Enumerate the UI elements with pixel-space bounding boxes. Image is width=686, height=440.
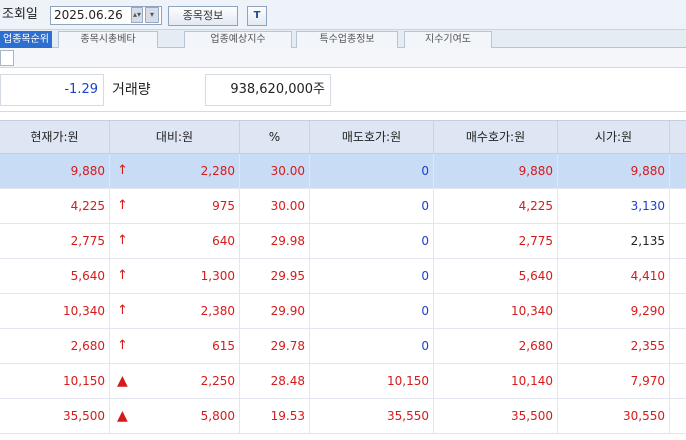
cell-open: 2,355 — [558, 329, 670, 363]
spin-arrows-icon[interactable]: ▴▾ — [131, 7, 143, 23]
cell-change: 2,380 — [110, 294, 240, 328]
cell-ask: 0 — [310, 329, 434, 363]
cell-change: 2,250 — [110, 364, 240, 398]
change-value: -1.29 — [64, 82, 98, 97]
cell-current-price: 9,880 — [0, 154, 110, 188]
cell-ask: 0 — [310, 294, 434, 328]
cell-ask: 35,550 — [310, 399, 434, 433]
cell-bid: 2,775 — [434, 224, 558, 258]
cell-open: 4,410 — [558, 259, 670, 293]
table-row[interactable]: ↑ 10,340 2,380 29.90 0 10,340 9,290 — [0, 294, 686, 329]
volume-field: 938,620,000주 — [205, 74, 331, 106]
cell-percent: 29.98 — [240, 224, 310, 258]
col-open[interactable]: 시가:원 — [558, 121, 670, 154]
cell-change: 615 — [110, 329, 240, 363]
cell-ask: 10,150 — [310, 364, 434, 398]
cell-bid: 10,340 — [434, 294, 558, 328]
cell-open: 2,135 — [558, 224, 670, 258]
cell-current-price: 2,775 — [0, 224, 110, 258]
change-field: -1.29 — [0, 74, 104, 106]
tab-bar: 업종목순위 종목시총베타 업종예상지수 특수업종정보 지수기여도 — [0, 30, 686, 48]
volume-label: 거래량 — [112, 82, 151, 98]
cell-percent: 30.00 — [240, 189, 310, 223]
cell-open: 9,880 — [558, 154, 670, 188]
stock-info-button[interactable]: 종목정보 — [168, 6, 238, 26]
table-row[interactable]: ↑ 4,225 975 30.00 0 4,225 3,130 — [0, 189, 686, 224]
cell-bid: 9,880 — [434, 154, 558, 188]
cell-open: 7,970 — [558, 364, 670, 398]
cell-ask: 0 — [310, 259, 434, 293]
cell-current-price: 4,225 — [0, 189, 110, 223]
cell-current-price: 35,500 — [0, 399, 110, 433]
table-row[interactable]: ↑ 2,775 640 29.98 0 2,775 2,135 — [0, 224, 686, 259]
cell-bid: 2,680 — [434, 329, 558, 363]
cell-bid: 10,140 — [434, 364, 558, 398]
summary-panel: -1.29 거래량 938,620,000주 — [0, 68, 686, 112]
cell-percent: 19.53 — [240, 399, 310, 433]
cell-bid: 4,225 — [434, 189, 558, 223]
table-row[interactable]: ▲ 35,500 5,800 19.53 35,550 35,500 30,550 — [0, 399, 686, 434]
volume-value: 938,620,000주 — [230, 82, 325, 97]
cell-ask: 0 — [310, 154, 434, 188]
table-row[interactable]: ↑ 2,680 615 29.78 0 2,680 2,355 — [0, 329, 686, 364]
cell-percent: 29.95 — [240, 259, 310, 293]
date-value: 2025.06.26 — [54, 8, 123, 22]
grid-header: 현재가:원 대비:원 % 매도호가:원 매수호가:원 시가:원 — [0, 120, 686, 154]
cell-change: 2,280 — [110, 154, 240, 188]
cell-open: 9,290 — [558, 294, 670, 328]
cell-percent: 30.00 — [240, 154, 310, 188]
cell-change: 5,800 — [110, 399, 240, 433]
cell-change: 975 — [110, 189, 240, 223]
cell-current-price: 10,340 — [0, 294, 110, 328]
cell-open: 3,130 — [558, 189, 670, 223]
cell-bid: 35,500 — [434, 399, 558, 433]
tab-4[interactable]: 지수기여도 — [404, 31, 492, 48]
col-percent[interactable]: % — [240, 121, 310, 154]
col-ask[interactable]: 매도호가:원 — [310, 121, 434, 154]
cell-change: 1,300 — [110, 259, 240, 293]
tab-1[interactable]: 종목시총베타 — [58, 31, 158, 48]
col-change[interactable]: 대비:원 — [110, 121, 240, 154]
sub-toolbar-field[interactable] — [0, 50, 14, 66]
cell-percent: 29.78 — [240, 329, 310, 363]
cell-current-price: 5,640 — [0, 259, 110, 293]
cell-percent: 28.48 — [240, 364, 310, 398]
table-row[interactable]: ▲ 10,150 2,250 28.48 10,150 10,140 7,970 — [0, 364, 686, 399]
cell-current-price: 10,150 — [0, 364, 110, 398]
cell-current-price: 2,680 — [0, 329, 110, 363]
col-current-price[interactable]: 현재가:원 — [0, 121, 110, 154]
table-row[interactable]: ↑ 9,880 2,280 30.00 0 9,880 9,880 — [0, 154, 686, 189]
cell-change: 640 — [110, 224, 240, 258]
cell-bid: 5,640 — [434, 259, 558, 293]
cell-ask: 0 — [310, 224, 434, 258]
date-label: 조회일 — [2, 7, 38, 22]
toolbar: 조회일 2025.06.26 ▴▾ ▾ 종목정보 T — [0, 0, 686, 30]
calendar-icon[interactable]: ▾ — [145, 7, 159, 23]
cell-ask: 0 — [310, 189, 434, 223]
cell-open: 30,550 — [558, 399, 670, 433]
sub-toolbar — [0, 48, 686, 68]
col-bid[interactable]: 매수호가:원 — [434, 121, 558, 154]
tab-2[interactable]: 업종예상지수 — [184, 31, 292, 48]
tab-0[interactable]: 업종목순위 — [0, 31, 52, 48]
table-row[interactable]: ↑ 5,640 1,300 29.95 0 5,640 4,410 — [0, 259, 686, 294]
tab-3[interactable]: 특수업종정보 — [296, 31, 398, 48]
cell-percent: 29.90 — [240, 294, 310, 328]
t-button[interactable]: T — [247, 6, 267, 26]
